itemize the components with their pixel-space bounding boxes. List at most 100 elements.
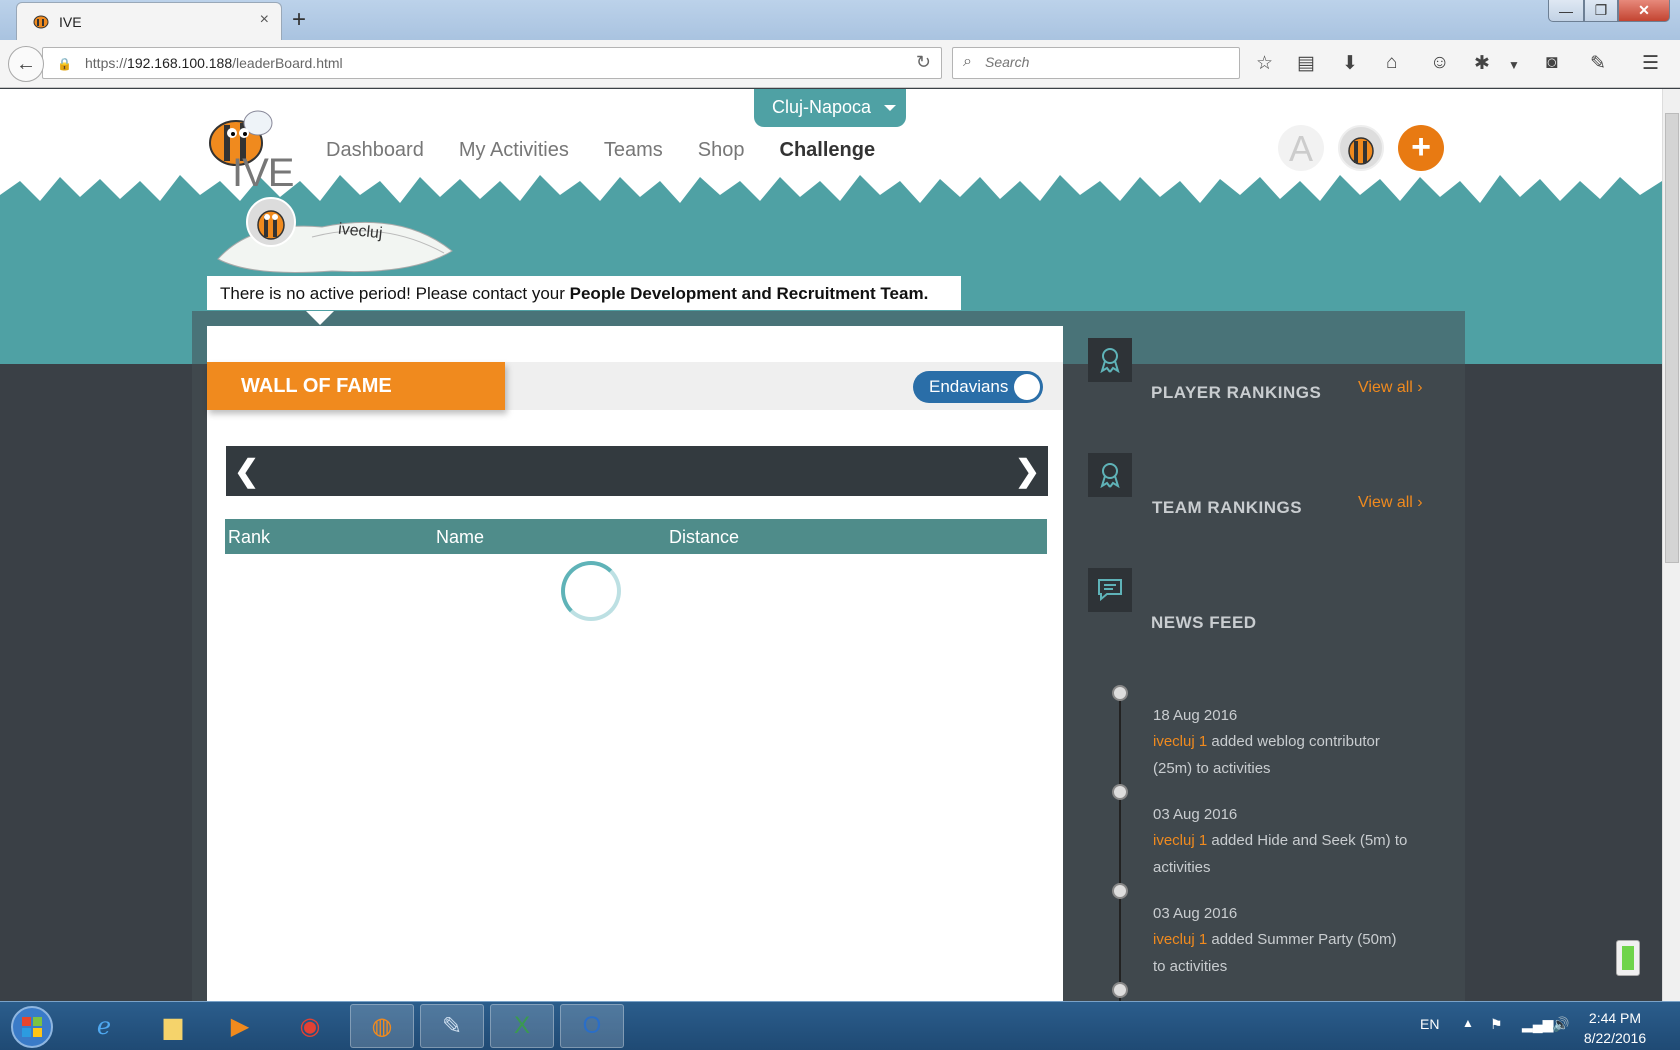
browser-titlebar: IVE × + — ❐ ✕: [0, 0, 1680, 40]
logo-text: IVE: [232, 151, 294, 195]
team-rankings-view-all-link[interactable]: View all ›: [1358, 494, 1423, 512]
url-text[interactable]: https://192.168.100.188/leaderBoard.html: [85, 55, 343, 71]
chat-bubble-icon: [1088, 568, 1132, 612]
firefox-icon[interactable]: ◍: [350, 1004, 414, 1048]
endavians-toggle[interactable]: Endavians: [913, 371, 1043, 403]
scrollbar-thumb[interactable]: [1665, 113, 1679, 563]
browser-tab[interactable]: IVE ×: [16, 2, 282, 40]
tab-close-icon[interactable]: ×: [260, 11, 269, 29]
file-explorer-icon[interactable]: ▆: [141, 1004, 205, 1048]
outlook-icon[interactable]: O: [560, 1004, 624, 1048]
close-window-button[interactable]: ✕: [1618, 0, 1670, 22]
extension-bug-icon[interactable]: ✱: [1474, 52, 1490, 75]
feed-date: 03 Aug 2016: [1153, 806, 1238, 823]
add-activity-button[interactable]: +: [1398, 125, 1444, 171]
battery-widget[interactable]: [1616, 940, 1640, 976]
feed-user-link[interactable]: ivecluj 1: [1153, 931, 1207, 948]
bee-avatar-icon: [257, 210, 285, 240]
reading-list-icon[interactable]: ▤: [1297, 52, 1315, 75]
timeline-dot: [1112, 784, 1128, 800]
media-player-icon[interactable]: ▶: [208, 1004, 272, 1048]
loading-spinner: [561, 561, 621, 621]
chevron-down-icon[interactable]: ▼: [1508, 58, 1520, 72]
volume-icon[interactable]: 🔊: [1552, 1016, 1569, 1033]
bookmark-star-icon[interactable]: ☆: [1256, 52, 1273, 75]
nav-shop[interactable]: Shop: [698, 139, 745, 162]
excel-icon[interactable]: X: [490, 1004, 554, 1048]
hamburger-menu-icon[interactable]: ☰: [1642, 52, 1659, 75]
notice-pointer: [306, 311, 334, 325]
user-avatar[interactable]: [246, 197, 296, 247]
column-name[interactable]: Name: [436, 527, 484, 548]
profile-initial-avatar[interactable]: A: [1278, 125, 1324, 171]
lock-icon: 🔒: [57, 57, 72, 71]
maximize-button[interactable]: ❐: [1584, 0, 1618, 22]
windows-taskbar: ℯ ▆ ▶ ◉ ◍ ✎ X O EN ▲ ⚑ ▂▄▆ 🔊 2:44 PM 8/2…: [0, 1001, 1680, 1050]
city-label: Cluj-Napoca: [772, 97, 872, 117]
news-feed-title: NEWS FEED: [1151, 613, 1257, 632]
pocket-icon[interactable]: ◙: [1546, 52, 1557, 74]
network-signal-icon[interactable]: ▂▄▆: [1522, 1016, 1553, 1033]
url-bar[interactable]: 🔒 https://192.168.100.188/leaderBoard.ht…: [42, 47, 942, 79]
notes-icon[interactable]: ✎: [1590, 52, 1606, 75]
team-rankings-title: TEAM RANKINGS: [1152, 498, 1303, 517]
nav-challenge[interactable]: Challenge: [780, 139, 876, 162]
arrow-left-icon: ←: [16, 52, 36, 75]
wall-of-fame-panel: WALL OF FAME Endavians ❮ ❯ Rank Name Dis…: [207, 326, 1063, 1001]
nav-teams[interactable]: Teams: [604, 139, 663, 162]
feed-user-link[interactable]: ivecluj 1: [1153, 733, 1207, 750]
language-indicator[interactable]: EN: [1420, 1016, 1439, 1032]
bee-avatar-icon: [1348, 137, 1374, 165]
home-icon[interactable]: ⌂: [1386, 52, 1397, 74]
main-nav: Dashboard My Activities Teams Shop Chall…: [326, 139, 875, 162]
minimize-button[interactable]: —: [1548, 0, 1584, 22]
search-input[interactable]: [985, 54, 1225, 70]
download-icon[interactable]: ⬇: [1342, 52, 1358, 75]
player-rankings-title: PLAYER RANKINGS: [1151, 383, 1322, 402]
reload-icon[interactable]: ↻: [916, 52, 931, 73]
timeline-dot: [1112, 685, 1128, 701]
column-distance[interactable]: Distance: [669, 527, 739, 548]
notepad-icon[interactable]: ✎: [420, 1004, 484, 1048]
feed-item: ivecluj 1 added Hide and Seek (5m) to ac…: [1153, 832, 1408, 876]
chevron-down-icon: [884, 105, 896, 111]
player-rankings-view-all-link[interactable]: View all ›: [1358, 379, 1423, 397]
windows-start-icon[interactable]: [4, 1004, 60, 1050]
flag-icon[interactable]: ⚑: [1490, 1016, 1503, 1033]
tray-expand-icon[interactable]: ▲: [1462, 1016, 1474, 1030]
city-selector[interactable]: Cluj-Napoca: [754, 89, 906, 127]
browser-navbar: 🔒 https://192.168.100.188/leaderBoard.ht…: [0, 40, 1680, 88]
nav-dashboard[interactable]: Dashboard: [326, 139, 424, 162]
timeline-line: [1119, 693, 1121, 1001]
wall-of-fame-title: WALL OF FAME: [207, 362, 505, 410]
search-bar[interactable]: ⌕: [952, 47, 1240, 79]
search-icon: ⌕: [963, 53, 972, 70]
battery-level: [1622, 946, 1634, 970]
profile-bee-avatar[interactable]: [1338, 125, 1384, 171]
timeline-dot: [1112, 982, 1128, 998]
new-tab-button[interactable]: +: [292, 6, 306, 34]
chevron-left-icon[interactable]: ❮: [234, 454, 259, 489]
leaderboard-table-header: Rank Name Distance: [225, 519, 1047, 554]
chevron-right-icon[interactable]: ❯: [1015, 454, 1040, 489]
back-button[interactable]: ←: [8, 46, 44, 82]
ribbon-award-icon: [1088, 338, 1132, 382]
feed-user-link[interactable]: ivecluj 1: [1153, 832, 1207, 849]
page-content: IVE ivecluj Cluj-Napoca Dashboard My Act…: [0, 89, 1662, 1001]
system-clock[interactable]: 2:44 PM 8/22/2016: [1580, 1008, 1650, 1048]
clock-time: 2:44 PM: [1588, 1010, 1642, 1026]
toggle-label: Endavians: [929, 377, 1009, 396]
toggle-knob: [1014, 374, 1040, 400]
chat-icon[interactable]: ☺: [1430, 52, 1449, 74]
chrome-icon[interactable]: ◉: [278, 1004, 342, 1048]
page-scrollbar[interactable]: [1662, 89, 1680, 1001]
no-active-period-notice: There is no active period! Please contac…: [207, 276, 961, 310]
feed-item: ivecluj 1 added Summer Party (50m) to ac…: [1153, 931, 1397, 975]
timeline-dot: [1112, 883, 1128, 899]
tab-title: IVE: [59, 14, 82, 30]
column-rank[interactable]: Rank: [228, 527, 270, 548]
clock-date: 8/22/2016: [1583, 1030, 1647, 1046]
period-carousel: ❮ ❯: [226, 446, 1048, 496]
internet-explorer-icon[interactable]: ℯ: [72, 1004, 136, 1048]
nav-my-activities[interactable]: My Activities: [459, 139, 569, 162]
